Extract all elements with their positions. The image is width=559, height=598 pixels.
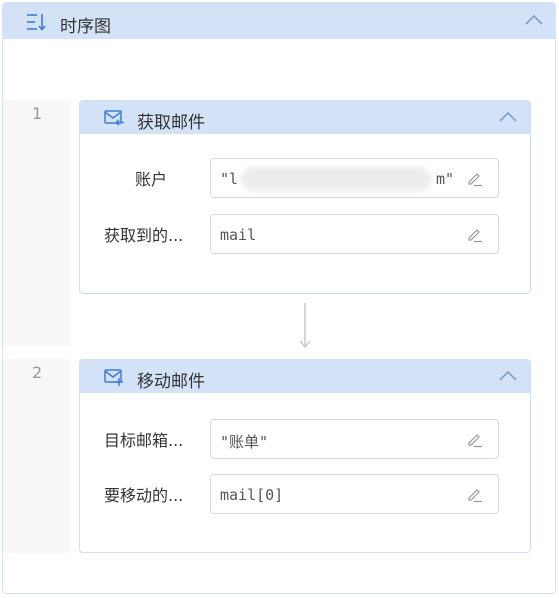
field-value: mail [220, 226, 257, 244]
step-card-move-mail[interactable]: 移动邮件 目标邮箱... "账单" 要移动的... mail[0] [79, 359, 531, 553]
step-card-header[interactable]: 获取邮件 [80, 101, 530, 134]
step-title: 获取邮件 [137, 113, 205, 133]
mail-to-move-input[interactable]: mail[0] [210, 474, 499, 514]
field-value-end: m" [436, 170, 455, 188]
step-card-get-mail[interactable]: 获取邮件 账户 "l m" 获取到的... mail [79, 100, 531, 294]
field-label-target-folder: 目标邮箱... [104, 431, 184, 450]
mail-receive-icon [104, 110, 124, 126]
collapse-panel-icon[interactable] [524, 14, 544, 26]
target-folder-input[interactable]: "账单" [210, 419, 499, 459]
sequence-icon [27, 14, 46, 31]
field-label-result: 获取到的... [104, 226, 184, 245]
panel-header[interactable]: 时序图 [3, 3, 555, 39]
field-value: "l [220, 170, 239, 188]
field-label-account: 账户 [135, 170, 168, 189]
field-value: mail[0] [220, 486, 284, 504]
step-gutter-1: 1 [3, 100, 70, 346]
field-value: "账单" [220, 433, 269, 451]
edit-icon[interactable] [466, 485, 484, 503]
redacted-region [241, 167, 431, 191]
step-card-header[interactable]: 移动邮件 [80, 360, 530, 393]
edit-icon[interactable] [466, 430, 484, 448]
account-input[interactable]: "l m" [210, 158, 499, 198]
edit-icon[interactable] [466, 225, 484, 243]
mail-move-icon [104, 369, 123, 386]
step-gutter-2: 2 [3, 359, 70, 553]
step-title: 移动邮件 [137, 372, 205, 392]
step-number: 2 [32, 363, 43, 382]
step-number: 1 [32, 104, 43, 123]
edit-icon[interactable] [466, 169, 484, 187]
result-variable-input[interactable]: mail [210, 214, 499, 254]
collapse-step-icon[interactable] [498, 370, 518, 382]
field-label-mail-to-move: 要移动的... [104, 486, 184, 505]
panel-title: 时序图 [60, 17, 111, 37]
collapse-step-icon[interactable] [498, 111, 518, 123]
connector-arrow-icon [299, 303, 311, 349]
